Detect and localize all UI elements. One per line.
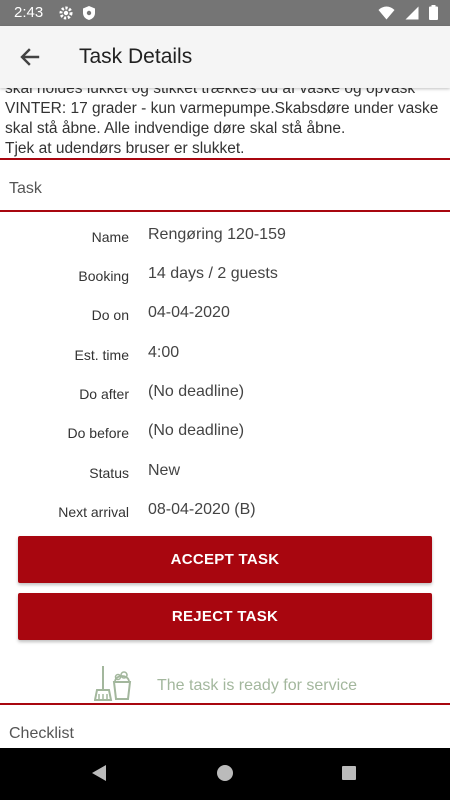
task-section-label: Task (9, 180, 42, 197)
row-value: 08-04-2020 (B) (148, 501, 256, 518)
ready-notice-text: The task is ready for service (157, 677, 358, 694)
task-row-do-before: Do before (No deadline) (0, 422, 450, 444)
task-row-status: Status New (0, 462, 450, 484)
wifi-icon (378, 6, 395, 25)
status-bar: 2:43 (0, 0, 450, 26)
row-label: Do after (79, 386, 129, 402)
row-value: 04-04-2020 (148, 304, 230, 321)
ready-notice: The task is ready for service (93, 664, 394, 702)
row-value: 14 days / 2 guests (148, 265, 278, 282)
arrow-back-icon[interactable] (16, 43, 44, 71)
row-value: 4:00 (148, 344, 180, 361)
reject-task-button[interactable]: REJECT TASK (18, 593, 432, 640)
task-row-est-time: Est. time 4:00 (0, 344, 450, 366)
cleaning-bucket-icon (93, 664, 134, 702)
divider (0, 703, 450, 705)
task-row-next-arrival: Next arrival 08-04-2020 (B) (0, 501, 450, 523)
nav-home-icon[interactable] (217, 765, 233, 781)
notes-text: skal holdes lukket og stikket trækkes ud… (5, 88, 439, 157)
accept-task-button[interactable]: ACCEPT TASK (18, 536, 432, 583)
nav-recents-icon[interactable] (342, 766, 356, 780)
row-value: Rengøring 120-159 (148, 226, 286, 243)
row-value: New (148, 462, 181, 479)
row-label: Next arrival (58, 504, 129, 520)
row-label: Est. time (74, 347, 129, 363)
nav-back-icon[interactable] (91, 764, 107, 787)
app-bar: Task Details (0, 26, 450, 88)
checklist-section-label: Checklist (9, 725, 74, 742)
task-row-do-after: Do after (No deadline) (0, 383, 450, 405)
task-row-name: Name Rengøring 120-159 (0, 226, 450, 248)
task-row-booking: Booking 14 days / 2 guests (0, 265, 450, 287)
row-value: (No deadline) (148, 383, 245, 400)
row-label: Booking (78, 268, 129, 284)
status-time: 2:43 (14, 4, 44, 21)
row-value: (No deadline) (148, 422, 245, 439)
row-label: Do before (67, 425, 129, 441)
settings-icon (58, 5, 74, 26)
divider (0, 210, 450, 212)
shield-icon (82, 5, 96, 26)
row-label: Status (89, 465, 129, 481)
task-row-do-on: Do on 04-04-2020 (0, 304, 450, 326)
battery-icon (429, 5, 438, 25)
row-label: Do on (91, 307, 129, 323)
page-title: Task Details (79, 45, 193, 68)
row-label: Name (91, 229, 129, 245)
divider (0, 158, 450, 160)
signal-icon (405, 6, 419, 25)
task-notes: skal holdes lukket og stikket trækkes ud… (0, 88, 450, 158)
system-nav-bar (0, 748, 450, 800)
